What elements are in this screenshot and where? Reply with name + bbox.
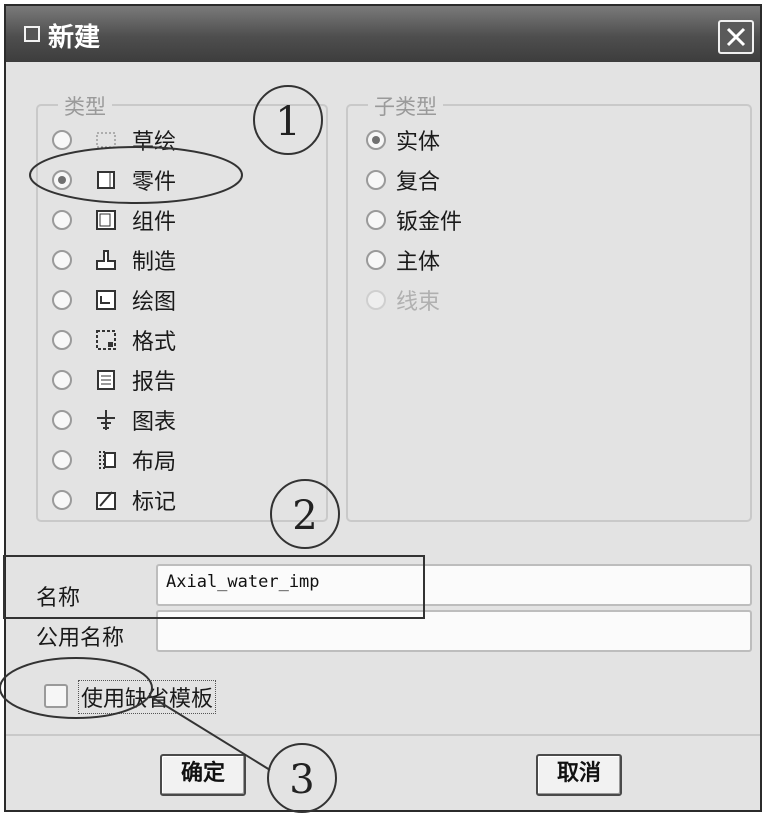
cancel-button[interactable]: 取消 <box>536 754 622 796</box>
part-icon <box>97 171 115 189</box>
type-option-label: 零件 <box>132 170 177 195</box>
type-option-label: 格式 <box>132 330 177 355</box>
type-radio[interactable] <box>52 450 72 470</box>
report-icon <box>97 370 115 390</box>
type-option[interactable]: 草绘 <box>52 124 176 156</box>
type-option-label: 组件 <box>132 210 177 235</box>
ok-button[interactable]: 确定 <box>160 754 246 796</box>
subtype-option[interactable]: 复合 <box>366 164 440 196</box>
close-button[interactable] <box>718 20 754 54</box>
subtype-option-label: 实体 <box>396 130 441 155</box>
subtype-option-label: 钣金件 <box>396 210 463 235</box>
type-option-label: 草绘 <box>132 130 177 155</box>
subtype-radio <box>366 290 386 310</box>
type-radio[interactable] <box>52 250 72 270</box>
common-name-label: 公用名称 <box>36 626 125 651</box>
close-x-icon <box>726 27 746 47</box>
use-default-template-checkbox[interactable] <box>44 684 68 708</box>
type-option[interactable]: 图表 <box>52 404 176 436</box>
subtype-radio[interactable] <box>366 170 386 190</box>
type-option[interactable]: 布局 <box>52 444 176 476</box>
dialog-body: 类型 草绘 零件 组件 制造 绘图 格式 报告 图表 布局 标记 子类型 实体 复合 钣金件 主体 线束 … <box>6 62 760 810</box>
type-option[interactable]: 格式 <box>52 324 176 356</box>
type-option-label: 制造 <box>132 250 177 275</box>
common-name-input[interactable] <box>156 610 752 652</box>
use-default-template-label[interactable]: 使用缺省模板 <box>78 680 217 714</box>
type-option[interactable]: 标记 <box>52 484 176 516</box>
new-dialog: 新建 类型 草绘零件组件制造绘图格式报告图表布局标记 子类型 实体复合钣金件主体… <box>4 4 762 812</box>
window-icon <box>24 26 40 42</box>
title-bar: 新建 <box>6 6 760 62</box>
format-icon <box>96 330 116 350</box>
subtype-option-label: 复合 <box>396 170 441 195</box>
type-radio[interactable] <box>52 290 72 310</box>
subtype-option[interactable]: 主体 <box>366 244 440 276</box>
type-radio[interactable] <box>52 170 72 190</box>
type-option-label: 图表 <box>132 410 177 435</box>
button-separator <box>6 734 760 736</box>
type-radio[interactable] <box>52 410 72 430</box>
type-option[interactable]: 零件 <box>52 164 176 196</box>
layout-icon <box>99 451 116 469</box>
type-radio[interactable] <box>52 210 72 230</box>
subtype-option: 线束 <box>366 284 440 316</box>
type-option-label: 绘图 <box>132 290 177 315</box>
name-input[interactable]: Axial_water_imp <box>156 564 752 606</box>
type-option[interactable]: 报告 <box>52 364 176 396</box>
type-radio[interactable] <box>52 370 72 390</box>
type-radio[interactable] <box>52 490 72 510</box>
subtype-option[interactable]: 钣金件 <box>366 204 462 236</box>
subtype-group-legend: 子类型 <box>368 91 443 121</box>
type-option-label: 标记 <box>132 490 177 515</box>
subtype-option[interactable]: 实体 <box>366 124 440 156</box>
subtype-radio[interactable] <box>366 250 386 270</box>
type-option-label: 布局 <box>132 450 177 475</box>
drawing-icon <box>96 290 116 310</box>
diagram-icon <box>97 410 115 430</box>
manufacturing-icon <box>96 250 116 270</box>
sketch-icon <box>96 132 116 148</box>
type-option[interactable]: 制造 <box>52 244 176 276</box>
type-option[interactable]: 绘图 <box>52 284 176 316</box>
subtype-radio[interactable] <box>366 210 386 230</box>
name-label: 名称 <box>36 586 81 611</box>
subtype-option-label: 线束 <box>396 290 441 315</box>
type-group-legend: 类型 <box>58 91 112 121</box>
subtype-radio[interactable] <box>366 130 386 150</box>
type-option[interactable]: 组件 <box>52 204 176 236</box>
type-option-label: 报告 <box>132 370 177 395</box>
markup-icon <box>96 491 116 510</box>
type-radio[interactable] <box>52 130 72 150</box>
type-radio[interactable] <box>52 330 72 350</box>
dialog-title: 新建 <box>48 23 101 53</box>
subtype-option-label: 主体 <box>396 250 441 275</box>
assembly-icon <box>96 210 116 230</box>
